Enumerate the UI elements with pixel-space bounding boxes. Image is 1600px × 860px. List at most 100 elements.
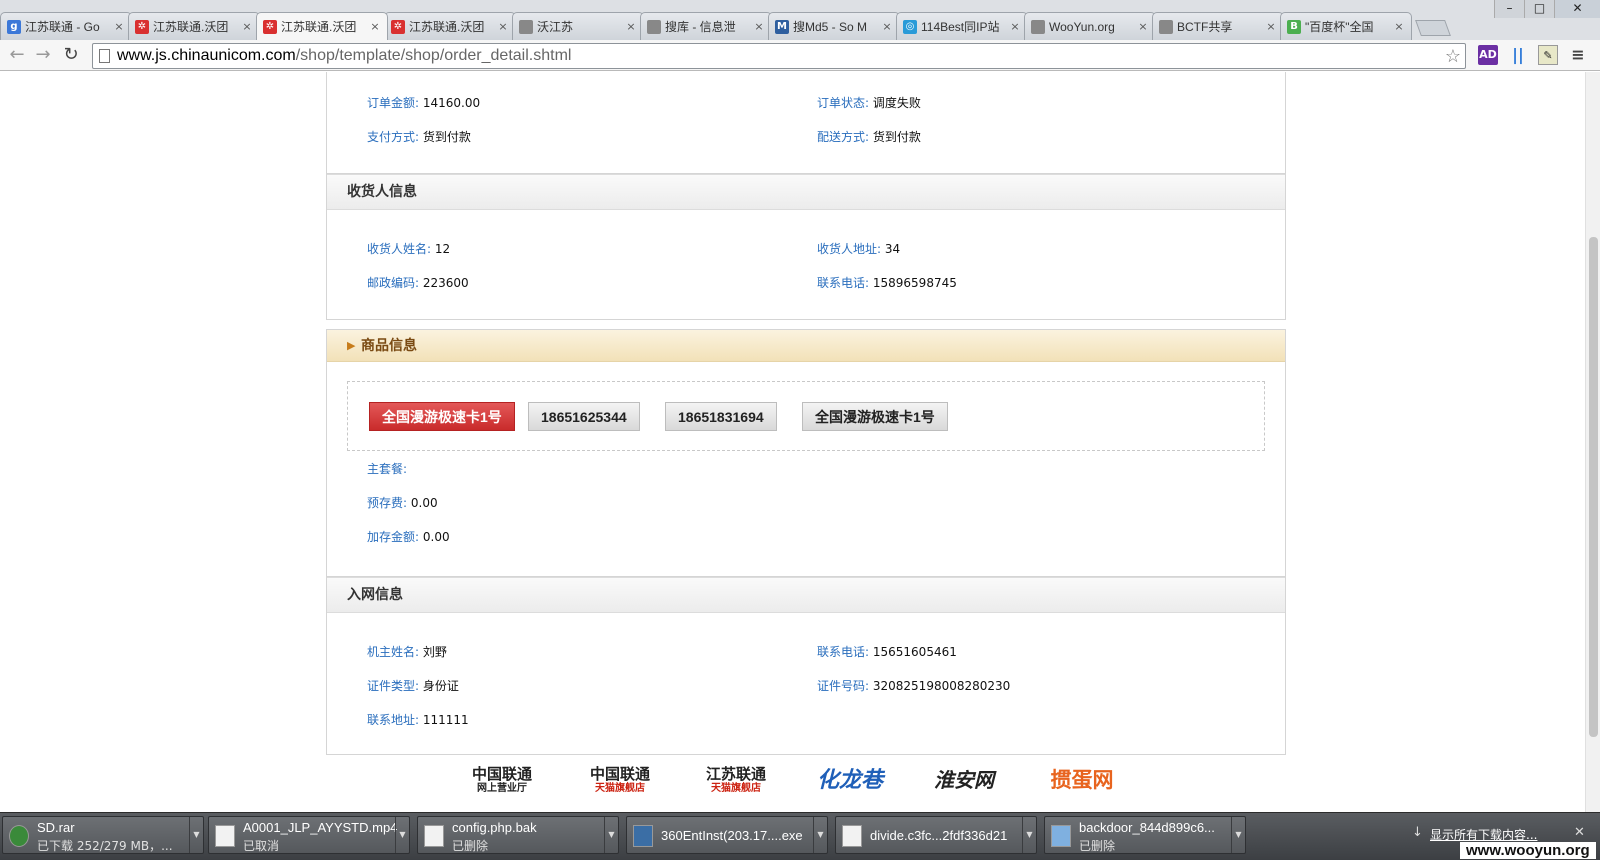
browser-tab[interactable]: ✲ 江苏联通.沃团 × bbox=[384, 12, 516, 40]
download-status: 已删除 bbox=[452, 839, 489, 853]
close-tab-icon[interactable]: × bbox=[1265, 20, 1277, 33]
close-tab-icon[interactable]: × bbox=[369, 20, 381, 33]
back-arrow-icon[interactable]: ← bbox=[6, 45, 28, 65]
browser-tab[interactable]: M 搜Md5 - So M × bbox=[768, 12, 900, 40]
extension-bars-icon[interactable]: || bbox=[1508, 45, 1528, 65]
favicon-icon: ✲ bbox=[263, 19, 277, 34]
receiver-address-label: 收货人地址: bbox=[817, 242, 882, 256]
network-phone-label: 联系电话: bbox=[817, 645, 870, 659]
adblock-extension-icon[interactable]: AD bbox=[1478, 45, 1498, 65]
close-tab-icon[interactable]: × bbox=[497, 20, 509, 33]
chevron-down-icon[interactable]: ▼ bbox=[813, 817, 827, 853]
logo-text: 掼蛋网 bbox=[1050, 767, 1114, 792]
download-item[interactable]: A0001_JLP_AYYSTD.mp4 已取消 ▼ bbox=[208, 816, 410, 854]
close-tab-icon[interactable]: × bbox=[1009, 20, 1021, 33]
receiver-name-value: 12 bbox=[434, 242, 451, 256]
order-amount-row: 订单金额: 14160.00 bbox=[367, 94, 480, 111]
close-tab-icon[interactable]: × bbox=[1137, 20, 1149, 33]
tab-title: 江苏联通 - Go bbox=[25, 20, 100, 34]
download-name: divide.c3fc...2fdf336d21 bbox=[870, 828, 1008, 843]
browser-tab[interactable]: 搜库 - 信息泄 × bbox=[640, 12, 772, 40]
forward-arrow-icon[interactable]: → bbox=[32, 45, 54, 65]
network-phone-row: 联系电话: 15651605461 bbox=[817, 643, 957, 660]
tab-title: 搜库 - 信息泄 bbox=[665, 20, 736, 34]
tab-title: BCTF共享 bbox=[1177, 20, 1233, 34]
goods-tag-package[interactable]: 全国漫游极速卡1号 bbox=[369, 402, 515, 431]
close-tab-icon[interactable]: × bbox=[113, 20, 125, 33]
scrollbar-thumb[interactable] bbox=[1589, 237, 1598, 737]
partner-logo-unicom-online[interactable]: 中国联通 网上营业厅 bbox=[466, 765, 538, 799]
favicon-icon: ◎ bbox=[903, 19, 917, 34]
close-tab-icon[interactable]: × bbox=[753, 20, 765, 33]
order-status-value: 调度失败 bbox=[872, 96, 921, 110]
bookmark-star-icon[interactable]: ☆ bbox=[1445, 44, 1461, 68]
goods-heading: ▶ 商品信息 bbox=[327, 330, 1285, 362]
page-scrollbar[interactable] bbox=[1585, 72, 1600, 812]
close-window-button[interactable]: ✕ bbox=[1554, 0, 1600, 18]
partner-logo-huaian[interactable]: 淮安网 bbox=[926, 765, 1002, 799]
download-item[interactable]: 360EntInst(203.17....exe ▼ bbox=[626, 816, 828, 854]
favicon-icon: ✲ bbox=[391, 19, 405, 34]
browser-tab[interactable]: BCTF共享 × bbox=[1152, 12, 1284, 40]
close-tab-icon[interactable]: × bbox=[241, 20, 253, 33]
page-viewport: 订单金额: 14160.00 订单状态: 调度失败 支付方式: 货到付款 配送方… bbox=[0, 72, 1585, 812]
logo-subtext: 网上营业厅 bbox=[477, 783, 527, 794]
contact-address-label: 联系地址: bbox=[367, 713, 420, 727]
close-tab-icon[interactable]: × bbox=[881, 20, 893, 33]
new-tab-button[interactable] bbox=[1415, 20, 1451, 36]
browser-tab[interactable]: g 江苏联通 - Go × bbox=[0, 12, 132, 40]
zip-value: 223600 bbox=[422, 276, 469, 290]
order-amount-value: 14160.00 bbox=[422, 96, 481, 110]
close-tab-icon[interactable]: × bbox=[1393, 20, 1405, 33]
tab-title: 114Best同IP站 bbox=[921, 20, 1000, 34]
chevron-down-icon[interactable]: ▼ bbox=[189, 817, 203, 853]
partner-logo-guandan[interactable]: 掼蛋网 bbox=[1044, 765, 1120, 799]
close-shelf-icon[interactable]: ✕ bbox=[1574, 825, 1585, 840]
goods-tag-number[interactable]: 18651625344 bbox=[528, 402, 640, 431]
browser-tab[interactable]: WooYun.org × bbox=[1024, 12, 1156, 40]
extension-pencil-icon[interactable]: ✎ bbox=[1538, 45, 1558, 65]
window-controls: – □ ✕ bbox=[1494, 0, 1600, 18]
goods-tag-package[interactable]: 全国漫游极速卡1号 bbox=[802, 402, 948, 431]
close-tab-icon[interactable]: × bbox=[625, 20, 637, 33]
order-status-row: 订单状态: 调度失败 bbox=[817, 94, 921, 111]
download-item[interactable]: backdoor_844d899c6... 已删除 ▼ bbox=[1044, 816, 1246, 854]
chevron-down-icon[interactable]: ▼ bbox=[604, 817, 618, 853]
favicon-icon bbox=[519, 19, 533, 34]
partner-logo-jsunicom-tmall[interactable]: 江苏联通 天猫旗舰店 bbox=[696, 765, 776, 799]
browser-tab[interactable]: ◎ 114Best同IP站 × bbox=[896, 12, 1028, 40]
receiver-phone-row: 联系电话: 15896598745 bbox=[817, 274, 957, 291]
download-item[interactable]: divide.c3fc...2fdf336d21 ▼ bbox=[835, 816, 1037, 854]
receiver-section: 收货人信息 收货人姓名: 12 收货人地址: 34 邮政编码: 223600 联… bbox=[326, 174, 1286, 320]
goods-tags-box: 全国漫游极速卡1号 18651625344 18651831694 全国漫游极速… bbox=[347, 381, 1265, 451]
download-item[interactable]: SD.rar 已下载 252/279 MB，... ▼ bbox=[2, 816, 204, 854]
prestore-row: 预存费: 0.00 bbox=[367, 494, 438, 511]
menu-icon[interactable]: ≡ bbox=[1568, 45, 1588, 65]
chevron-down-icon[interactable]: ▼ bbox=[1231, 817, 1245, 853]
main-plan-row: 主套餐: bbox=[367, 460, 407, 477]
partner-logo-hualongxiang[interactable]: 化龙巷 bbox=[802, 765, 898, 799]
chevron-down-icon[interactable]: ▼ bbox=[395, 817, 409, 853]
favicon-icon: ✲ bbox=[135, 19, 149, 34]
receiver-phone-value: 15896598745 bbox=[872, 276, 957, 290]
chevron-down-icon[interactable]: ▼ bbox=[1022, 817, 1036, 853]
goods-tag-number[interactable]: 18651831694 bbox=[665, 402, 777, 431]
document-file-icon bbox=[842, 825, 862, 847]
payment-value: 货到付款 bbox=[422, 130, 471, 144]
browser-tab[interactable]: ✲ 江苏联通.沃团 × bbox=[128, 12, 260, 40]
page-icon bbox=[99, 49, 110, 63]
maximize-button[interactable]: □ bbox=[1524, 0, 1554, 18]
download-item[interactable]: config.php.bak 已删除 ▼ bbox=[417, 816, 619, 854]
partner-logo-unicom-tmall[interactable]: 中国联通 天猫旗舰店 bbox=[580, 765, 660, 799]
minimize-button[interactable]: – bbox=[1494, 0, 1524, 18]
prestore-value: 0.00 bbox=[410, 496, 438, 510]
browser-tab[interactable]: B "百度杯"全国 × bbox=[1280, 12, 1412, 40]
address-bar[interactable]: www.js.chinaunicom.com/shop/template/sho… bbox=[92, 43, 1466, 69]
favicon-icon: g bbox=[7, 19, 21, 34]
browser-titlebar: g 江苏联通 - Go × ✲ 江苏联通.沃团 × ✲ 江苏联通.沃团 × ✲ 江苏联通.沃团 × 沃江… bbox=[0, 0, 1600, 40]
browser-tab[interactable]: ✲ 江苏联通.沃团 × bbox=[256, 12, 388, 40]
show-all-downloads-link[interactable]: 显示所有下载内容... bbox=[1430, 826, 1537, 843]
favicon-icon bbox=[1159, 19, 1173, 34]
browser-tab[interactable]: 沃江苏 × bbox=[512, 12, 644, 40]
reload-icon[interactable]: ↻ bbox=[60, 45, 82, 65]
